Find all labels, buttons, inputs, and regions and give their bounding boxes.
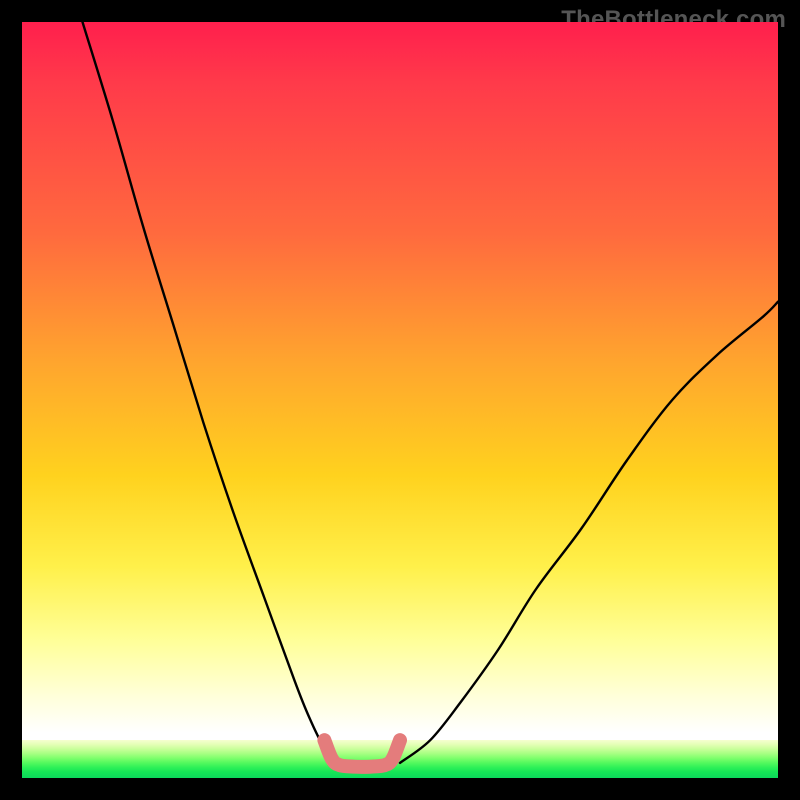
left-curve (83, 22, 340, 763)
chart-container: TheBottleneck.com (0, 0, 800, 800)
curve-layer (22, 22, 778, 778)
plot-area (22, 22, 778, 778)
bottom-bracket (324, 740, 400, 767)
right-curve (400, 302, 778, 763)
